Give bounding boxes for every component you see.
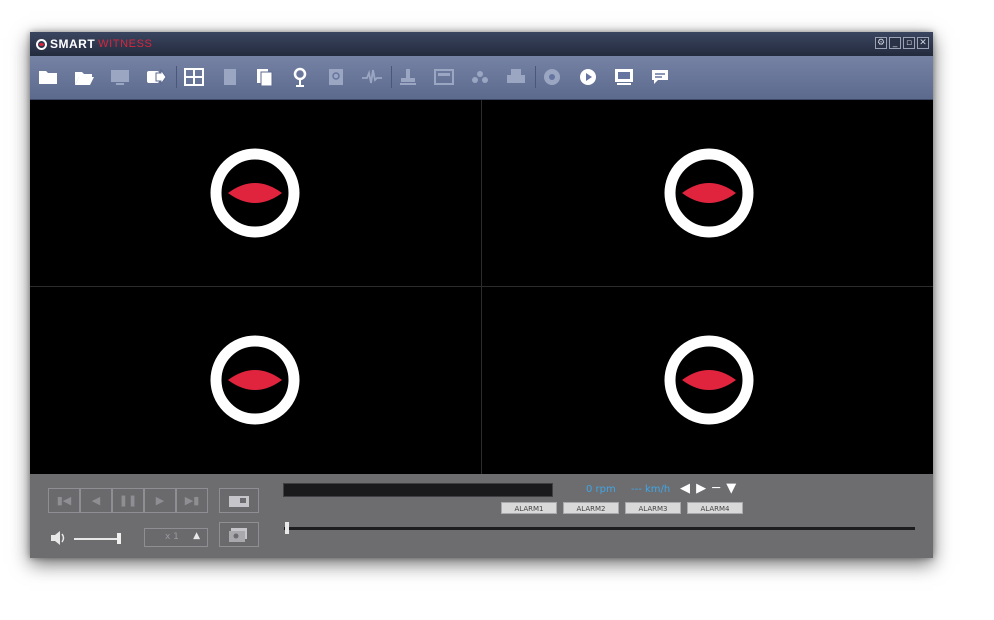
no-signal-icon[interactable]	[210, 335, 300, 425]
logo-secondary: WITNESS	[98, 38, 153, 50]
search-document-icon[interactable]	[324, 65, 348, 89]
timeline-track[interactable]	[284, 527, 915, 530]
printer-icon[interactable]	[504, 65, 528, 89]
snapshot-button[interactable]	[219, 488, 259, 513]
multi-snapshot-button[interactable]	[219, 522, 259, 547]
speed-select[interactable]: x 1 ▲	[144, 528, 208, 547]
restore-icon[interactable]: ▫	[903, 37, 915, 49]
document-icon[interactable]	[218, 65, 242, 89]
display-icon[interactable]	[612, 65, 636, 89]
timeline-handle[interactable]	[285, 522, 289, 534]
speaker-icon[interactable]	[50, 530, 68, 546]
skip-back-icon[interactable]: ▮◀	[48, 488, 80, 513]
chat-icon[interactable]	[648, 65, 672, 89]
waveform-icon[interactable]	[360, 65, 384, 89]
skip-forward-icon[interactable]: ▶▮	[176, 488, 208, 513]
progress-bar	[283, 483, 553, 497]
app-window: SMART WITNESS ⚙ _ ▫ ✕ ▮◀ ◀ ❚❚ ▶ ▶▮ x 1 ▲…	[30, 32, 933, 558]
toolbar-separator	[391, 66, 392, 88]
toolbar-separator	[535, 66, 536, 88]
minimize-icon[interactable]: _	[889, 37, 901, 49]
record-icon[interactable]	[540, 65, 564, 89]
folder-icon[interactable]	[36, 65, 60, 89]
no-signal-icon[interactable]	[664, 148, 754, 238]
window-controls: ⚙ _ ▫ ✕	[875, 37, 929, 49]
stamp-icon[interactable]	[396, 65, 420, 89]
map-pin-icon[interactable]	[288, 65, 312, 89]
logo-primary: SMART	[50, 37, 96, 51]
grid-divider	[30, 286, 933, 287]
grid-divider	[481, 100, 482, 474]
toolbar	[30, 56, 933, 100]
camera-icon	[229, 495, 249, 507]
app-logo: SMART WITNESS	[36, 37, 152, 51]
play-icon[interactable]	[576, 65, 600, 89]
open-folder-icon[interactable]	[72, 65, 96, 89]
close-icon[interactable]: ✕	[917, 37, 929, 49]
volume-slider-handle[interactable]	[117, 533, 121, 544]
alarm-button-2[interactable]: ALARM2	[563, 502, 619, 514]
playback-panel: ▮◀ ◀ ❚❚ ▶ ▶▮ x 1 ▲ 0 rpm --- km/h ◀ ▶ ─ …	[30, 474, 933, 558]
alarm-button-1[interactable]: ALARM1	[501, 502, 557, 514]
no-signal-icon[interactable]	[664, 335, 754, 425]
alarm-button-4[interactable]: ALARM4	[687, 502, 743, 514]
direction-indicators: ◀ ▶ ─ ▼	[680, 481, 738, 496]
toolbar-separator	[176, 66, 177, 88]
speed-readout: --- km/h	[631, 484, 671, 495]
step-back-icon[interactable]: ◀	[80, 488, 112, 513]
video-grid	[30, 100, 933, 474]
gallery-icon	[229, 527, 247, 542]
speed-value: x 1	[165, 532, 179, 542]
no-signal-icon[interactable]	[210, 148, 300, 238]
chevron-up-icon: ▲	[193, 531, 200, 541]
export-icon[interactable]	[144, 65, 168, 89]
volume-slider[interactable]	[74, 538, 120, 540]
play-icon[interactable]: ▶	[144, 488, 176, 513]
playback-buttons: ▮◀ ◀ ❚❚ ▶ ▶▮	[48, 488, 208, 513]
rpm-readout: 0 rpm	[586, 484, 616, 495]
copy-document-icon[interactable]	[252, 65, 276, 89]
network-icon[interactable]	[468, 65, 492, 89]
screen-icon[interactable]	[432, 65, 456, 89]
logo-mark-icon	[36, 38, 47, 50]
alarm-button-3[interactable]: ALARM3	[625, 502, 681, 514]
grid-layout-icon[interactable]	[182, 65, 206, 89]
monitor-icon[interactable]	[108, 65, 132, 89]
pause-icon[interactable]: ❚❚	[112, 488, 144, 513]
settings-icon[interactable]: ⚙	[875, 37, 887, 49]
title-bar: SMART WITNESS ⚙ _ ▫ ✕	[30, 32, 933, 56]
